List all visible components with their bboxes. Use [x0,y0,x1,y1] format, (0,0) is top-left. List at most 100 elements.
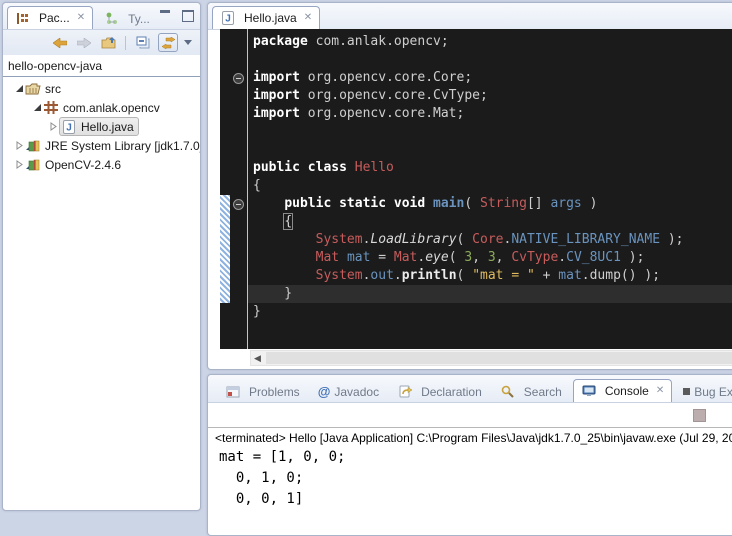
forward-arrow-icon[interactable] [75,34,93,51]
package-explorer-tabbar: Pac... ✕ Ty... [3,3,200,30]
search-icon [500,385,516,398]
maximize-icon[interactable] [182,10,194,22]
code-line[interactable]: } [248,303,732,321]
project-tree: src com.anlak.opencv J Hello.java [3,77,200,174]
tab-problems[interactable]: Problems [218,381,307,402]
view-window-buttons [160,10,194,22]
fold-collapse-icon[interactable] [233,73,244,84]
tab-bug-explorer[interactable]: Bug Explorer [676,381,732,402]
fold-collapse-icon[interactable] [233,199,244,210]
console-output-area[interactable]: <terminated> Hello [Java Application] C:… [208,427,732,510]
code-line[interactable] [248,123,732,141]
scroll-left-arrow-icon[interactable]: ◀ [251,353,261,363]
up-folder-icon[interactable] [99,34,117,51]
tab-label: Pac... [39,11,70,25]
terminate-button[interactable] [693,409,706,422]
tab-label: Declaration [421,385,482,399]
tab-search[interactable]: Search [493,381,569,402]
tree-item-hello-java[interactable]: J Hello.java [3,117,200,136]
horizontal-scrollbar[interactable]: ◀ [250,350,732,366]
package-explorer-toolbar [3,30,200,55]
declaration-icon [397,385,413,398]
code-line[interactable] [248,141,732,159]
back-arrow-icon[interactable] [51,34,69,51]
square-icon [683,388,690,395]
tab-label: Ty... [128,12,150,26]
code-line[interactable]: public class Hello [248,159,732,177]
console-icon [581,385,597,397]
console-panel: Problems @ Javadoc Declaration Search Co… [207,374,732,536]
tab-javadoc[interactable]: @ Javadoc [311,381,386,402]
selected-row-highlight: J Hello.java [59,117,139,136]
scrollbar-thumb[interactable] [266,352,732,364]
tab-label: Console [605,384,649,398]
code-line[interactable]: package com.anlak.opencv; [248,33,732,51]
tab-label: Problems [249,385,300,399]
code-line[interactable]: System.LoadLibrary( Core.NATIVE_LIBRARY_… [248,231,732,249]
collapse-all-icon[interactable] [134,34,152,51]
method-range-indicator [220,195,230,303]
svg-text:J: J [225,14,231,25]
expanded-arrow-icon[interactable] [13,84,25,93]
expanded-arrow-icon[interactable] [31,103,43,112]
library-icon [25,158,41,171]
code-line[interactable]: Mat mat = Mat.eye( 3, 3, CvType.CV_8UC1 … [248,249,732,267]
problems-icon [225,386,241,398]
minimize-icon[interactable] [160,10,170,19]
package-explorer-panel: Pac... ✕ Ty... hel [2,2,201,511]
tab-package-explorer[interactable]: Pac... ✕ [7,6,93,29]
close-icon[interactable]: ✕ [656,386,664,396]
code-line[interactable]: { [248,213,732,231]
view-menu-icon[interactable] [184,40,192,45]
java-file-icon: J [220,11,236,25]
console-toolbar [208,403,732,427]
tree-item-package[interactable]: com.anlak.opencv [3,98,200,117]
code-line[interactable]: import org.opencv.core.Mat; [248,105,732,123]
tree-item-label: com.anlak.opencv [63,101,160,115]
package-folder-icon [25,82,41,95]
close-icon[interactable]: ✕ [77,13,85,23]
collapsed-arrow-icon[interactable] [47,122,59,131]
code-line[interactable]: System.out.println( "mat = " + mat.dump(… [248,267,732,285]
console-tabbar: Problems @ Javadoc Declaration Search Co… [208,375,732,403]
tree-item-label: JRE System Library [jdk1.7.0_25] [45,139,200,153]
tree-item-opencv-library[interactable]: OpenCV-2.4.6 [3,155,200,174]
collapsed-arrow-icon[interactable] [13,160,25,169]
code-line[interactable]: { [248,177,732,195]
tree-item-label: OpenCV-2.4.6 [45,158,121,172]
type-hierarchy-icon [104,12,120,25]
code-lines[interactable]: package com.anlak.opencv; import org.ope… [248,29,732,349]
tab-hello-java[interactable]: J Hello.java ✕ [212,6,320,29]
code-line[interactable] [248,51,732,69]
javadoc-icon: @ [318,385,331,398]
eclipse-window: { "package_explorer": { "tabs": [ {"labe… [0,0,732,511]
tab-label: Bug Explorer [694,385,732,399]
collapsed-arrow-icon[interactable] [13,141,25,150]
library-icon [25,139,41,152]
annotation-ruler [220,29,230,349]
code-line[interactable]: import org.opencv.core.CvType; [248,87,732,105]
close-icon[interactable]: ✕ [304,13,312,23]
tab-label: Hello.java [244,11,297,25]
code-editor[interactable]: package com.anlak.opencv; import org.ope… [220,29,732,349]
tab-console[interactable]: Console ✕ [573,379,672,402]
link-with-editor-icon[interactable] [158,33,178,52]
svg-text:J: J [66,122,72,133]
package-icon [43,101,59,114]
tab-type-hierarchy[interactable]: Ty... [97,8,157,29]
code-line[interactable]: } [248,285,732,303]
tree-item-label: Hello.java [81,120,134,134]
project-root[interactable]: hello-opencv-java [3,55,200,76]
tree-item-src[interactable]: src [3,79,200,98]
code-line[interactable]: import org.opencv.core.Core; [248,69,732,87]
java-file-icon: J [61,120,77,134]
tab-declaration[interactable]: Declaration [390,381,489,402]
editor-panel: J Hello.java ✕ package com.anlak.opencv;… [207,2,732,370]
tree-item-label: src [45,82,61,96]
code-line[interactable]: public static void main( String[] args ) [248,195,732,213]
toolbar-separator [125,36,126,50]
tree-item-jre-library[interactable]: JRE System Library [jdk1.7.0_25] [3,136,200,155]
tab-label: Search [524,385,562,399]
console-output: mat = [1, 0, 0; 0, 1, 0; 0, 0, 1] [208,447,732,510]
tab-label: Javadoc [334,385,379,399]
